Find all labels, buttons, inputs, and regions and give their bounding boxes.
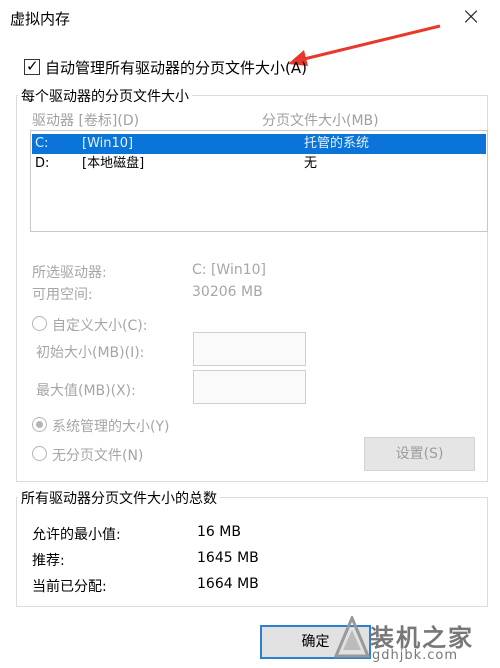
allocated-label: 当前已分配:: [32, 579, 107, 595]
drive-row-c[interactable]: C: [Win10] 托管的系统: [32, 134, 486, 154]
drive-label: [Win10]: [82, 136, 134, 151]
initial-size-label: 初始大小(MB)(I):: [36, 345, 145, 361]
drive-letter: D:: [35, 156, 50, 171]
free-space-label: 可用空间:: [32, 287, 93, 303]
watermark-logo-icon: [334, 616, 370, 658]
system-managed-radio[interactable]: [32, 417, 47, 432]
drive-list[interactable]: C: [Win10] 托管的系统 D: [本地磁盘] 无: [30, 130, 488, 232]
drive-row-d[interactable]: D: [本地磁盘] 无: [32, 154, 486, 174]
drive-size: 托管的系统: [304, 136, 370, 151]
no-paging-file-label[interactable]: 无分页文件(N): [52, 445, 143, 465]
no-paging-file-radio[interactable]: [32, 446, 47, 461]
column-header-size: 分页文件大小(MB): [262, 113, 379, 129]
checkmark-icon: ✓: [26, 57, 39, 75]
drive-label: [本地磁盘]: [82, 156, 145, 171]
min-allowed-value: 16 MB: [197, 524, 241, 540]
close-button[interactable]: ×: [456, 2, 486, 32]
selected-drive-label: 所选驱动器:: [32, 265, 107, 281]
window-title: 虚拟内存: [10, 10, 71, 28]
free-space-value: 30206 MB: [192, 284, 263, 300]
initial-size-input[interactable]: [193, 332, 306, 366]
watermark-url: gdhjbk.com: [372, 648, 459, 663]
min-allowed-label: 允许的最小值:: [32, 527, 121, 543]
max-size-input[interactable]: [193, 370, 306, 404]
custom-size-label[interactable]: 自定义大小(C):: [52, 315, 147, 335]
allocated-value: 1664 MB: [197, 576, 259, 592]
auto-manage-checkbox[interactable]: ✓: [24, 57, 40, 75]
set-button[interactable]: 设置(S): [364, 437, 475, 471]
selected-drive-value: C: [Win10]: [192, 262, 266, 278]
drive-size: 无: [304, 156, 318, 171]
recommended-value: 1645 MB: [197, 550, 259, 566]
column-header-drive: 驱动器 [卷标](D): [32, 113, 140, 129]
custom-size-radio[interactable]: [32, 316, 47, 331]
recommended-label: 推荐:: [32, 553, 65, 569]
system-managed-label[interactable]: 系统管理的大小(Y): [52, 416, 169, 436]
per-drive-group-title: 每个驱动器的分页文件大小: [18, 86, 192, 106]
drive-letter: C:: [35, 136, 49, 151]
auto-manage-label[interactable]: 自动管理所有驱动器的分页文件大小(A): [45, 57, 307, 78]
max-size-label: 最大值(MB)(X):: [36, 383, 136, 399]
totals-group-title: 所有驱动器分页文件大小的总数: [18, 488, 220, 508]
close-icon[interactable]: ×: [461, 2, 481, 30]
auto-manage-checkbox-row[interactable]: ✓ 自动管理所有驱动器的分页文件大小(A): [24, 56, 307, 78]
